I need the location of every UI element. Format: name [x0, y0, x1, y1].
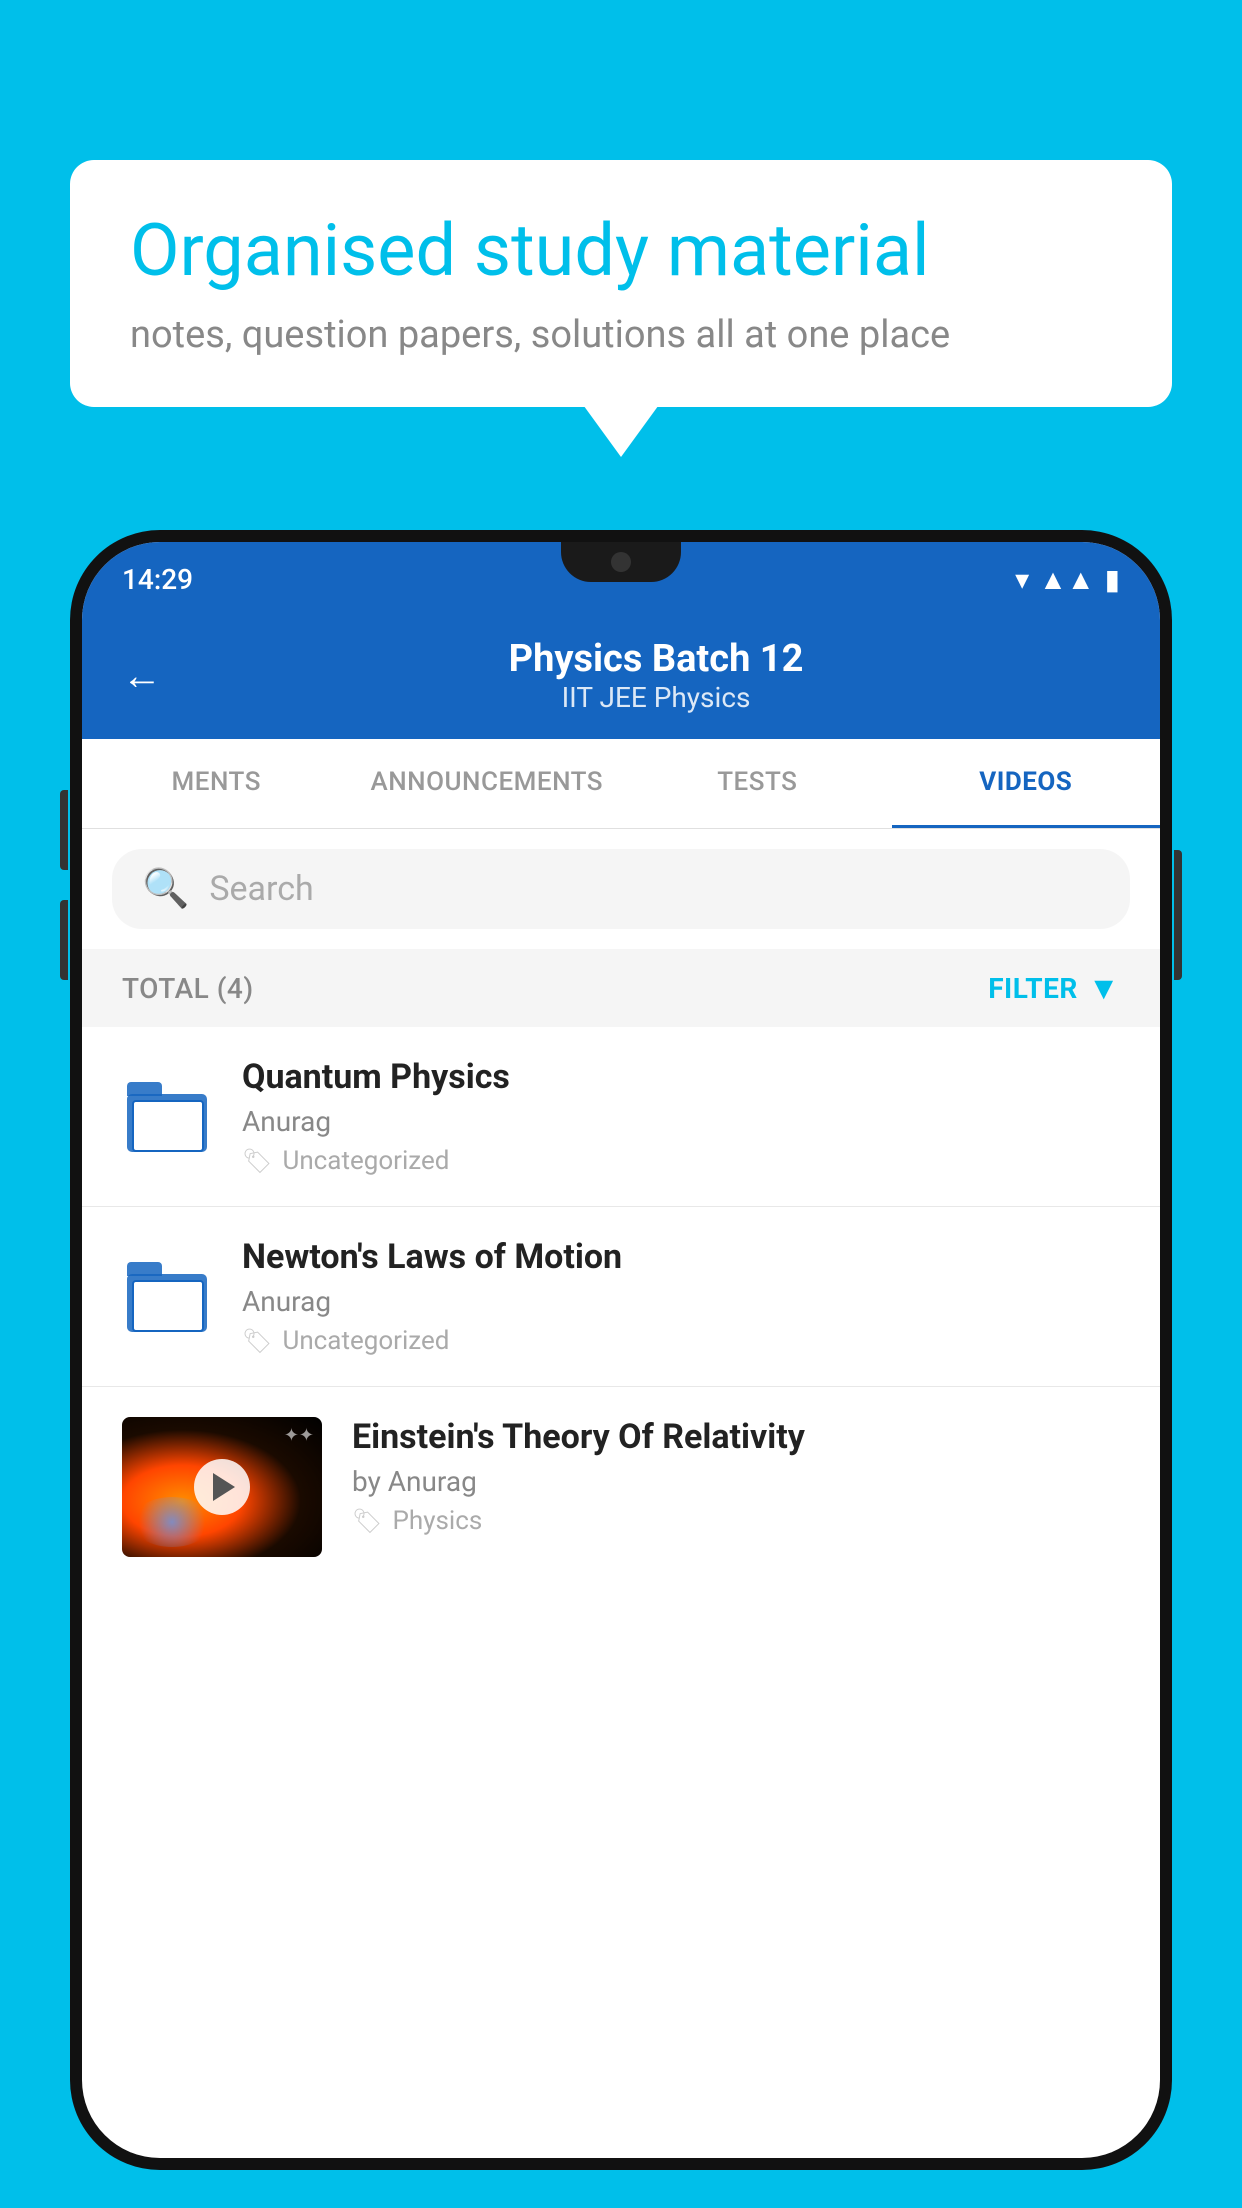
- phone-outer: 14:29 ▾ ▲▲ ▮ ← Physics Batch 12 IIT JEE …: [70, 530, 1172, 2170]
- side-button-power: [1174, 850, 1182, 980]
- video-tag: 🏷 Uncategorized: [242, 1326, 1120, 1356]
- speech-bubble-title: Organised study material: [130, 210, 1112, 293]
- folder-icon: [127, 1082, 207, 1152]
- tag-label: Uncategorized: [282, 1326, 449, 1356]
- video-info: Quantum Physics Anurag 🏷 Uncategorized: [242, 1057, 1120, 1176]
- phone-notch: [561, 542, 681, 582]
- battery-icon: ▮: [1105, 563, 1120, 596]
- video-tag: 🏷 Uncategorized: [242, 1146, 1120, 1176]
- filter-icon: ▼: [1088, 969, 1120, 1007]
- video-title: Quantum Physics: [242, 1057, 1120, 1097]
- app-header: ← Physics Batch 12 IIT JEE Physics: [82, 617, 1160, 739]
- side-button-volume-down: [60, 900, 68, 980]
- signal-icon: ▲▲: [1039, 563, 1094, 596]
- speech-bubble-subtitle: notes, question papers, solutions all at…: [130, 313, 1112, 357]
- batch-title: Physics Batch 12: [192, 637, 1120, 681]
- total-count: TOTAL (4): [122, 972, 254, 1005]
- status-icons: ▾ ▲▲ ▮: [1015, 563, 1120, 596]
- back-button[interactable]: ←: [122, 652, 162, 699]
- tag-icon: 🏷: [242, 1147, 272, 1175]
- status-bar: 14:29 ▾ ▲▲ ▮: [82, 542, 1160, 617]
- filter-bar: TOTAL (4) FILTER ▼: [82, 949, 1160, 1027]
- tab-announcements[interactable]: ANNOUNCEMENTS: [350, 739, 623, 828]
- video-info: Einstein's Theory Of Relativity by Anura…: [352, 1417, 1120, 1536]
- tab-videos[interactable]: VIDEOS: [892, 739, 1160, 828]
- video-title: Newton's Laws of Motion: [242, 1237, 1120, 1277]
- tag-icon: 🏷: [352, 1507, 382, 1535]
- tab-ments[interactable]: MENTS: [82, 739, 350, 828]
- phone-wrapper: 14:29 ▾ ▲▲ ▮ ← Physics Batch 12 IIT JEE …: [70, 530, 1172, 2208]
- tag-label: Physics: [392, 1506, 482, 1536]
- search-container: 🔍 Search: [82, 829, 1160, 949]
- tabs-container: MENTS ANNOUNCEMENTS TESTS VIDEOS: [82, 739, 1160, 829]
- video-info: Newton's Laws of Motion Anurag 🏷 Uncateg…: [242, 1237, 1120, 1356]
- video-tag: 🏷 Physics: [352, 1506, 1120, 1536]
- video-author: Anurag: [242, 1105, 1120, 1138]
- stars-decoration: ✦✦: [284, 1425, 314, 1446]
- video-folder-icon-container: [122, 1252, 212, 1342]
- list-item[interactable]: Quantum Physics Anurag 🏷 Uncategorized: [82, 1027, 1160, 1207]
- batch-subtitle: IIT JEE Physics: [192, 681, 1120, 714]
- tag-icon: 🏷: [242, 1327, 272, 1355]
- search-placeholder: Search: [209, 869, 313, 909]
- content-area: Quantum Physics Anurag 🏷 Uncategorized: [82, 1027, 1160, 1587]
- video-thumbnail: ✦✦: [122, 1417, 322, 1557]
- phone-screen: 14:29 ▾ ▲▲ ▮ ← Physics Batch 12 IIT JEE …: [82, 542, 1160, 2158]
- wifi-icon: ▾: [1015, 563, 1029, 596]
- search-bar[interactable]: 🔍 Search: [112, 849, 1130, 929]
- folder-icon: [127, 1262, 207, 1332]
- speech-bubble: Organised study material notes, question…: [70, 160, 1172, 407]
- video-title: Einstein's Theory Of Relativity: [352, 1417, 1120, 1457]
- filter-button[interactable]: FILTER ▼: [988, 969, 1120, 1007]
- play-button[interactable]: [194, 1459, 250, 1515]
- list-item[interactable]: ✦✦ Einstein's Theory Of Relativity by An…: [82, 1387, 1160, 1587]
- status-time: 14:29: [122, 563, 193, 596]
- tab-tests[interactable]: TESTS: [623, 739, 891, 828]
- side-button-volume-up: [60, 790, 68, 870]
- filter-label: FILTER: [988, 972, 1078, 1005]
- play-triangle-icon: [213, 1473, 235, 1501]
- video-author: Anurag: [242, 1285, 1120, 1318]
- tag-label: Uncategorized: [282, 1146, 449, 1176]
- search-icon: 🔍: [142, 867, 189, 911]
- header-title-section: Physics Batch 12 IIT JEE Physics: [192, 637, 1120, 714]
- list-item[interactable]: Newton's Laws of Motion Anurag 🏷 Uncateg…: [82, 1207, 1160, 1387]
- video-author: by Anurag: [352, 1465, 1120, 1498]
- video-folder-icon-container: [122, 1072, 212, 1162]
- front-camera: [611, 552, 631, 572]
